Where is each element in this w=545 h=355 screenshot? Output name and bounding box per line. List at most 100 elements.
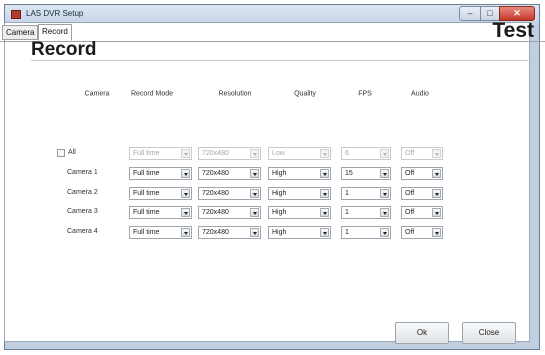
window-title: LAS DVR Setup: [26, 9, 84, 18]
client-area: [4, 22, 530, 342]
section-title: Record: [31, 39, 97, 60]
camera-1-resolution-select-value: 720x480: [202, 170, 229, 177]
minimize-icon: –: [467, 8, 473, 18]
camera-2-record-mode-select-value: Full time: [133, 190, 160, 197]
column-header-audio: Audio: [411, 90, 429, 98]
chevron-down-icon[interactable]: [250, 189, 259, 198]
chevron-down-icon[interactable]: [380, 169, 389, 178]
camera-3-record-mode-select-value: Full time: [133, 209, 160, 216]
column-header-quality: Quality: [294, 90, 316, 98]
chevron-down-icon[interactable]: [320, 169, 329, 178]
camera-4-quality-select[interactable]: High: [268, 226, 331, 239]
all-quality-select-value: Low: [272, 150, 285, 157]
column-header-resolution: Resolution: [218, 90, 252, 98]
chevron-down-icon: [320, 149, 329, 158]
camera-row-label: Camera 4: [67, 228, 98, 235]
camera-2-quality-select[interactable]: High: [268, 187, 331, 200]
chevron-down-icon[interactable]: [320, 228, 329, 237]
camera-4-record-mode-select[interactable]: Full time: [129, 226, 192, 239]
camera-3-resolution-select[interactable]: 720x480: [198, 206, 261, 219]
camera-3-record-mode-select[interactable]: Full time: [129, 206, 192, 219]
camera-2-resolution-select[interactable]: 720x480: [198, 187, 261, 200]
camera-2-audio-select[interactable]: Off: [401, 187, 443, 200]
chevron-down-icon[interactable]: [320, 189, 329, 198]
all-resolution-select: 720x480: [198, 147, 261, 160]
camera-4-audio-select-value: Off: [405, 229, 415, 236]
section-divider: [31, 60, 535, 61]
camera-4-resolution-select-value: 720x480: [202, 229, 229, 236]
camera-1-quality-select[interactable]: High: [268, 167, 331, 180]
camera-1-record-mode-select[interactable]: Full time: [129, 167, 192, 180]
chevron-down-icon: [432, 149, 441, 158]
column-header-record-mode: Record Mode: [130, 90, 174, 98]
corner-title: Test: [492, 19, 534, 42]
camera-2-quality-select-value: High: [272, 190, 287, 197]
chevron-down-icon[interactable]: [432, 228, 441, 237]
chevron-down-icon[interactable]: [380, 189, 389, 198]
minimize-button[interactable]: –: [459, 6, 481, 21]
camera-3-fps-select[interactable]: 1: [341, 206, 391, 219]
app-icon: [11, 10, 21, 19]
camera-1-audio-select-value: Off: [405, 170, 415, 177]
all-fps-select-value: 6: [345, 150, 349, 157]
all-quality-select: Low: [268, 147, 331, 160]
chevron-down-icon[interactable]: [181, 169, 190, 178]
camera-1-quality-select-value: High: [272, 170, 287, 177]
chevron-down-icon[interactable]: [432, 189, 441, 198]
all-resolution-select-value: 720x480: [202, 150, 229, 157]
camera-3-resolution-select-value: 720x480: [202, 209, 229, 216]
chevron-down-icon: [181, 149, 190, 158]
all-fps-select: 6: [341, 147, 391, 160]
camera-2-resolution-select-value: 720x480: [202, 190, 229, 197]
camera-3-quality-select-value: High: [272, 209, 287, 216]
all-record-mode-select: Full time: [129, 147, 192, 160]
ok-button[interactable]: Ok: [395, 322, 449, 344]
camera-1-resolution-select[interactable]: 720x480: [198, 167, 261, 180]
camera-1-fps-select-value: 15: [345, 170, 353, 177]
camera-3-audio-select-value: Off: [405, 209, 415, 216]
camera-3-quality-select[interactable]: High: [268, 206, 331, 219]
camera-row-label: Camera 3: [67, 208, 98, 215]
camera-4-fps-select[interactable]: 1: [341, 226, 391, 239]
camera-4-fps-select-value: 1: [345, 229, 349, 236]
chevron-down-icon[interactable]: [250, 228, 259, 237]
camera-4-resolution-select[interactable]: 720x480: [198, 226, 261, 239]
chevron-down-icon[interactable]: [432, 169, 441, 178]
chevron-down-icon[interactable]: [250, 208, 259, 217]
camera-row-label: Camera 2: [67, 189, 98, 196]
chevron-down-icon: [380, 149, 389, 158]
camera-4-quality-select-value: High: [272, 229, 287, 236]
chevron-down-icon[interactable]: [181, 208, 190, 217]
camera-3-audio-select[interactable]: Off: [401, 206, 443, 219]
tab-camera[interactable]: Camera: [2, 25, 39, 40]
chevron-down-icon[interactable]: [181, 189, 190, 198]
all-checkbox[interactable]: [57, 149, 65, 157]
camera-row-label: Camera 1: [67, 169, 98, 176]
chevron-down-icon[interactable]: [181, 228, 190, 237]
camera-2-fps-select-value: 1: [345, 190, 349, 197]
all-audio-select-value: Off: [405, 150, 415, 157]
column-header-camera: Camera: [84, 90, 110, 98]
chevron-down-icon[interactable]: [250, 169, 259, 178]
all-record-mode-select-value: Full time: [133, 150, 160, 157]
all-audio-select: Off: [401, 147, 443, 160]
camera-4-record-mode-select-value: Full time: [133, 229, 160, 236]
camera-1-audio-select[interactable]: Off: [401, 167, 443, 180]
maximize-icon: □: [487, 8, 493, 18]
camera-2-fps-select[interactable]: 1: [341, 187, 391, 200]
all-label: All: [68, 149, 76, 156]
camera-1-record-mode-select-value: Full time: [133, 170, 160, 177]
close-icon: ✕: [513, 8, 521, 18]
close-button[interactable]: Close: [462, 322, 516, 344]
camera-2-record-mode-select[interactable]: Full time: [129, 187, 192, 200]
camera-3-fps-select-value: 1: [345, 209, 349, 216]
chevron-down-icon[interactable]: [432, 208, 441, 217]
chevron-down-icon[interactable]: [380, 208, 389, 217]
camera-4-audio-select[interactable]: Off: [401, 226, 443, 239]
column-header-fps: FPS: [358, 90, 372, 98]
chevron-down-icon[interactable]: [380, 228, 389, 237]
chevron-down-icon[interactable]: [320, 208, 329, 217]
camera-1-fps-select[interactable]: 15: [341, 167, 391, 180]
camera-2-audio-select-value: Off: [405, 190, 415, 197]
chevron-down-icon: [250, 149, 259, 158]
